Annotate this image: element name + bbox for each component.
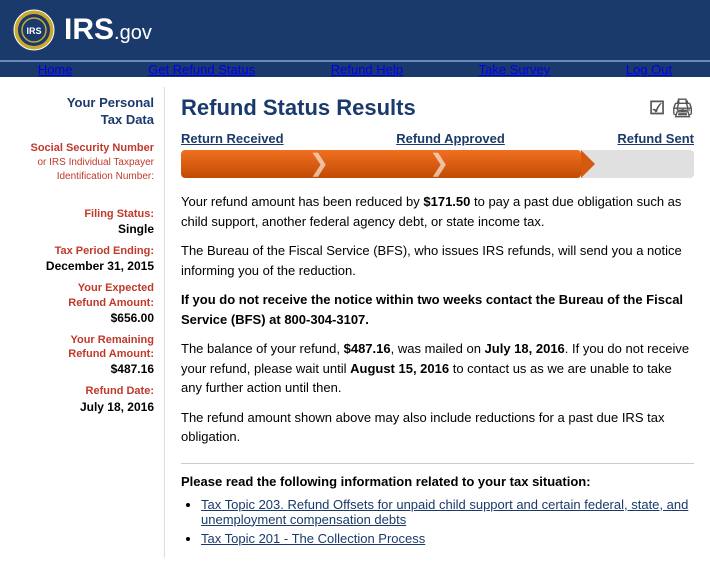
nav-refund-help[interactable]: Refund Help [331,62,403,77]
please-read-links: Tax Topic 203. Refund Offsets for unpaid… [181,497,694,546]
print-icon[interactable]: 🖨 [671,98,694,119]
expected-refund-value: $656.00 [14,311,154,325]
refund-date-label: Refund Date: [14,384,154,398]
list-item: Tax Topic 201 - The Collection Process [201,531,694,546]
please-read-title: Please read the following information re… [181,474,694,489]
nav-get-refund-status[interactable]: Get Refund Status [148,62,255,77]
list-item: Tax Topic 203. Refund Offsets for unpaid… [201,497,694,527]
irs-logo: IRS IRS.gov [12,8,152,52]
nav-log-out[interactable]: Log Out [626,62,672,77]
site-header: IRS IRS.gov [0,0,710,60]
remaining-refund-value: $487.16 [14,362,154,376]
progress-bar-fill: ❯ ❯ [181,150,581,178]
page-title-text: Refund Status Results [181,95,416,121]
step-refund-sent[interactable]: Refund Sent [617,131,694,146]
remaining-refund-label: Your RemainingRefund Amount: [14,333,154,362]
please-read-section: Please read the following information re… [181,463,694,546]
title-icons: ☑ 🖨 [649,98,694,119]
filing-status-value: Single [14,222,154,236]
navbar: Home Get Refund Status Refund Help Take … [0,60,710,77]
irs-emblem-icon: IRS [12,8,56,52]
tax-period-value: December 31, 2015 [14,259,154,273]
sidebar: Your PersonalTax Data Social Security Nu… [0,87,165,558]
irs-logo-text: IRS.gov [64,13,152,47]
sidebar-title: Your PersonalTax Data [14,95,154,129]
content-area: Refund Status Results ☑ 🖨 Return Receive… [165,87,710,558]
para-4: The balance of your refund, $487.16, was… [181,339,694,398]
ssn-label: Social Security Numberor IRS Individual … [14,141,154,184]
progress-labels: Return Received Refund Approved Refund S… [181,131,694,146]
main-content: Your PersonalTax Data Social Security Nu… [0,77,710,568]
progress-bar: ❯ ❯ [181,150,694,178]
para-1: Your refund amount has been reduced by $… [181,192,694,231]
svg-text:IRS: IRS [26,26,41,36]
nav-home[interactable]: Home [38,62,73,77]
tax-period-label: Tax Period Ending: [14,244,154,258]
para-3: If you do not receive the notice within … [181,290,694,329]
step-return-received[interactable]: Return Received [181,131,284,146]
checkbox-icon[interactable]: ☑ [649,98,665,119]
expected-refund-label: Your ExpectedRefund Amount: [14,281,154,310]
page-title-row: Refund Status Results ☑ 🖨 [181,95,694,121]
para-2: The Bureau of the Fiscal Service (BFS), … [181,241,694,280]
refund-date-value: July 18, 2016 [14,400,154,414]
ssn-value [14,185,154,199]
nav-take-survey[interactable]: Take Survey [479,62,551,77]
progress-section: Return Received Refund Approved Refund S… [181,131,694,178]
tax-topic-203-link[interactable]: Tax Topic 203. Refund Offsets for unpaid… [201,497,688,527]
para-5: The refund amount shown above may also i… [181,408,694,447]
tax-topic-201-link[interactable]: Tax Topic 201 - The Collection Process [201,531,425,546]
filing-status-label: Filing Status: [14,207,154,221]
step-refund-approved[interactable]: Refund Approved [396,131,505,146]
